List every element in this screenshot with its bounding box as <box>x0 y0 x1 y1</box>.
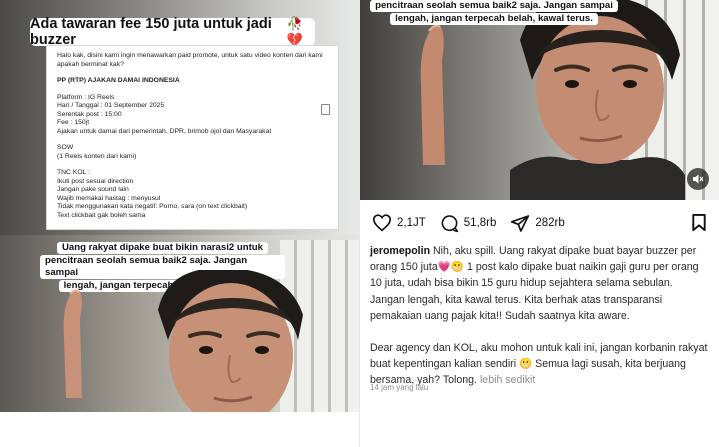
post-caption: jeromepolin Nih, aku spill. Uang rakyat … <box>370 243 710 389</box>
doc-spacer <box>57 161 328 169</box>
share-count: 282rb <box>535 217 565 229</box>
offer-message-lines: Halo kak, disini kami ingin menawarkan p… <box>57 52 328 220</box>
bottom-whitespace <box>0 412 360 447</box>
doc-line: SOW <box>57 144 74 151</box>
pointing-finger-right <box>420 24 445 165</box>
offer-message-screenshot: Halo kak, disini kami ingin menawarkan p… <box>46 45 339 230</box>
doc-line: TNC KOL : <box>57 169 90 176</box>
story-title-text: Ada tawaran fee 150 juta untuk jadi buzz… <box>30 16 272 48</box>
media-caption-overlay: pencitraan seolah semua baik2 saja. Jang… <box>364 0 624 26</box>
username-link[interactable]: jeromepolin <box>370 245 430 257</box>
like-count: 2,1JT <box>397 217 426 229</box>
doc-line: Halo kak, disini kami ingin menawarkan p… <box>57 52 323 68</box>
doc-line: Serentak post : 15:00 <box>57 110 122 118</box>
document-icon <box>321 104 330 115</box>
comment-count: 51,8rb <box>463 217 497 229</box>
doc-line: PP (RTP) AJAKAN DAMAI INDONESIA <box>57 77 180 84</box>
doc-line: Tidak menggunakan kata negatif: Porno, s… <box>57 203 248 210</box>
post-timestamp: 14 jam yang lalu <box>370 383 429 392</box>
doc-line: Ajakan untuk damai dari pemerintah, DPR,… <box>57 127 272 135</box>
doc-spacer <box>57 69 328 77</box>
title-emoji: 🥀💔 <box>286 16 304 47</box>
person-face-left <box>158 270 303 412</box>
doc-line: Text clickbait gak boleh sama <box>57 211 146 219</box>
doc-line: Fee : 150jt <box>57 119 90 126</box>
post-action-bar: 2,1JT 51,8rb 282rb <box>360 210 719 236</box>
like-button[interactable]: 2,1JT <box>372 214 426 232</box>
comment-icon <box>441 214 458 232</box>
show-less-link[interactable]: lebih sedikit <box>480 374 535 386</box>
comment-button[interactable]: 51,8rb <box>440 214 497 233</box>
heart-icon <box>372 214 392 232</box>
doc-spacer <box>57 136 328 144</box>
send-icon <box>511 214 530 232</box>
doc-line: Jangan pake sound lain <box>57 186 129 193</box>
caption-paragraph-1: jeromepolin Nih, aku spill. Uang rakyat … <box>370 243 710 324</box>
overlay-line: pencitraan seolah semua baik2 saja. Jang… <box>370 0 618 12</box>
bookmark-icon[interactable] <box>691 213 707 232</box>
speaker-muted-icon[interactable] <box>687 168 709 190</box>
person-face-right <box>510 0 685 200</box>
post-panel: pencitraan seolah semua baik2 saja. Jang… <box>360 0 719 447</box>
doc-line: Hari / Tanggal : 01 September 2025 <box>57 102 165 109</box>
doc-spacer <box>57 86 328 94</box>
doc-line: Ikuti post sesuai direction <box>57 177 134 185</box>
post-media[interactable]: pencitraan seolah semua baik2 saja. Jang… <box>360 0 719 200</box>
story-caption-line: Uang rakyat dipake buat bikin narasi2 un… <box>57 242 268 254</box>
doc-line: Wajib memakai hastag : menyusul <box>57 194 161 202</box>
story-panel: Ada tawaran fee 150 juta untuk jadi buzz… <box>0 0 360 412</box>
doc-line: Platform : IG Reels <box>57 93 115 101</box>
share-button[interactable]: 282rb <box>510 214 565 233</box>
overlay-line: lengah, jangan terpecah belah, kawal ter… <box>390 13 598 25</box>
doc-line: (1 Reels konten dari kami) <box>57 152 137 160</box>
pointing-finger-left <box>63 289 82 398</box>
story-title: Ada tawaran fee 150 juta untuk jadi buzz… <box>30 16 315 48</box>
caption-text: Dear agency dan KOL, aku mohon untuk kal… <box>370 342 708 387</box>
caption-paragraph-2: Dear agency dan KOL, aku mohon untuk kal… <box>370 340 710 389</box>
